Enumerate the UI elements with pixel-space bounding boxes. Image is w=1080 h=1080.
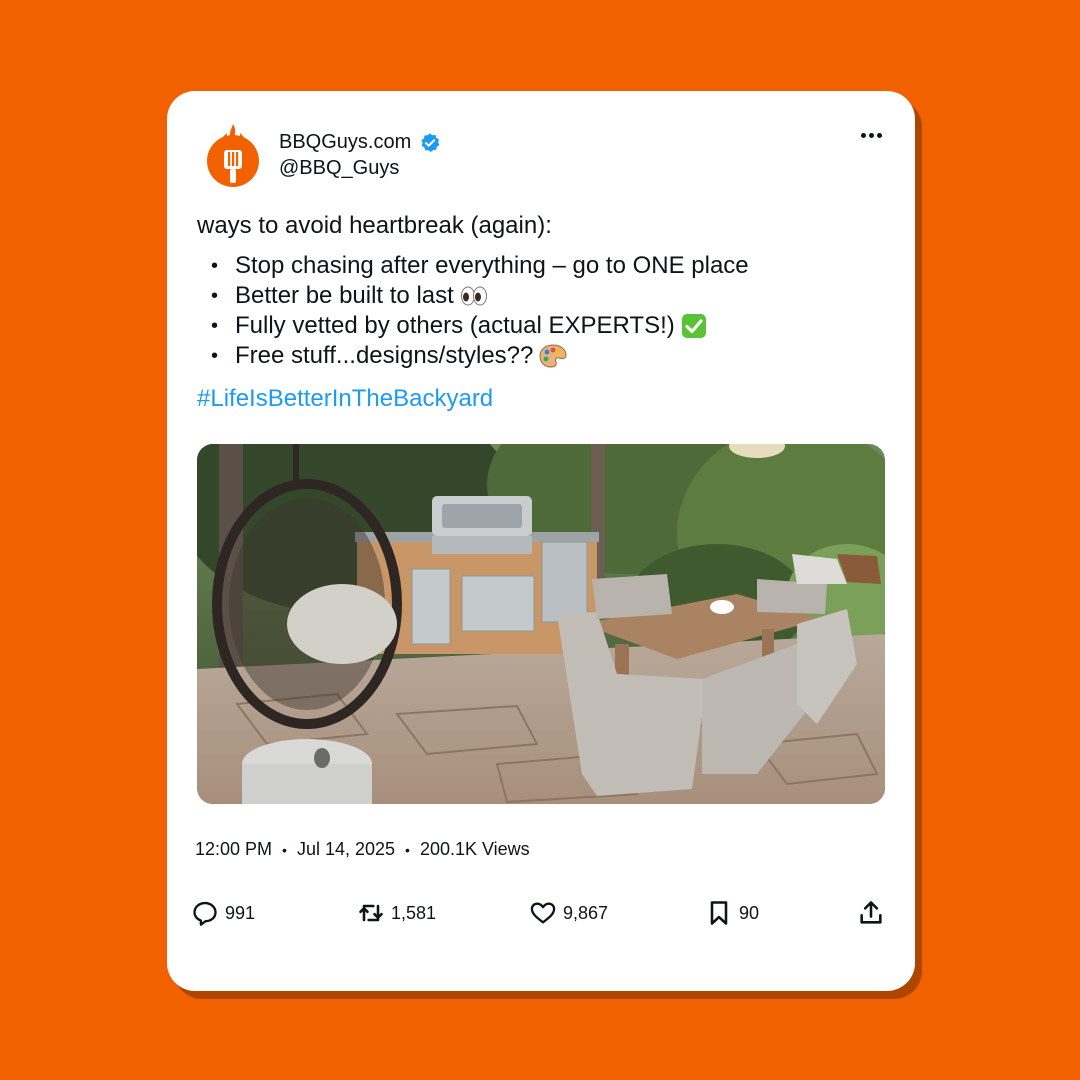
check-mark-button-emoji-icon [681, 314, 706, 338]
post-intro-text: ways to avoid heartbreak (again): [197, 212, 552, 239]
bullet-dot: • [211, 285, 219, 307]
bullet-text: Fully vetted by others (actual EXPERTS!) [235, 312, 675, 339]
post-time[interactable]: 12:00 PM [195, 839, 272, 860]
repost-count: 1,581 [391, 902, 437, 923]
bullet-dot: • [211, 345, 219, 367]
bullet-dot: • [211, 255, 219, 277]
bullet-text: Stop chasing after everything – go to ON… [235, 252, 749, 279]
post-metadata: 12:00 PM • Jul 14, 2025 • 200.1K Views [195, 839, 530, 860]
reply-button[interactable]: 991 [191, 899, 255, 927]
post-photo-outdoor-kitchen[interactable] [197, 444, 885, 804]
like-count: 9,867 [563, 902, 609, 923]
tweet-card: BBQGuys.com @BBQ_Guys ways to avoid hear… [167, 91, 915, 991]
bookmark-button[interactable]: 90 [705, 899, 759, 927]
eyes-emoji-icon [460, 286, 487, 306]
list-item: • Stop chasing after everything – go to … [197, 251, 749, 281]
repost-icon [359, 904, 383, 922]
post-bullet-list: • Stop chasing after everything – go to … [197, 251, 749, 371]
post-action-bar: 991 1,581 9,867 90 [191, 899, 891, 935]
author-name-row[interactable]: BBQGuys.com [279, 131, 441, 154]
heart-icon [530, 902, 556, 924]
bullet-text: Better be built to last [235, 282, 454, 309]
like-button[interactable]: 9,867 [529, 899, 608, 927]
verified-badge-icon [421, 132, 440, 152]
display-name[interactable]: BBQGuys.com [279, 131, 411, 154]
reply-count: 991 [225, 902, 256, 923]
user-handle[interactable]: @BBQ_Guys [279, 157, 399, 180]
bullet-dot: • [211, 315, 219, 337]
separator-dot: • [405, 841, 410, 858]
bookmark-count: 90 [739, 902, 760, 923]
post-date[interactable]: Jul 14, 2025 [297, 839, 395, 860]
list-item: • Fully vetted by others (actual EXPERTS… [197, 311, 749, 341]
reply-icon [193, 901, 217, 926]
list-item: • Free stuff...designs/styles?? [197, 341, 749, 371]
share-icon [860, 901, 882, 924]
bbqguys-logo-icon[interactable] [205, 121, 261, 189]
separator-dot: • [282, 841, 287, 858]
share-button[interactable] [857, 899, 885, 927]
repost-button[interactable]: 1,581 [357, 899, 436, 927]
bookmark-icon [710, 901, 728, 925]
hashtag-link[interactable]: #LifeIsBetterInTheBackyard [197, 385, 493, 413]
list-item: • Better be built to last [197, 281, 749, 311]
bullet-text: Free stuff...designs/styles?? [235, 342, 534, 369]
artist-palette-emoji-icon [539, 344, 567, 368]
more-options-icon[interactable] [857, 125, 885, 145]
view-count[interactable]: 200.1K Views [420, 839, 530, 860]
